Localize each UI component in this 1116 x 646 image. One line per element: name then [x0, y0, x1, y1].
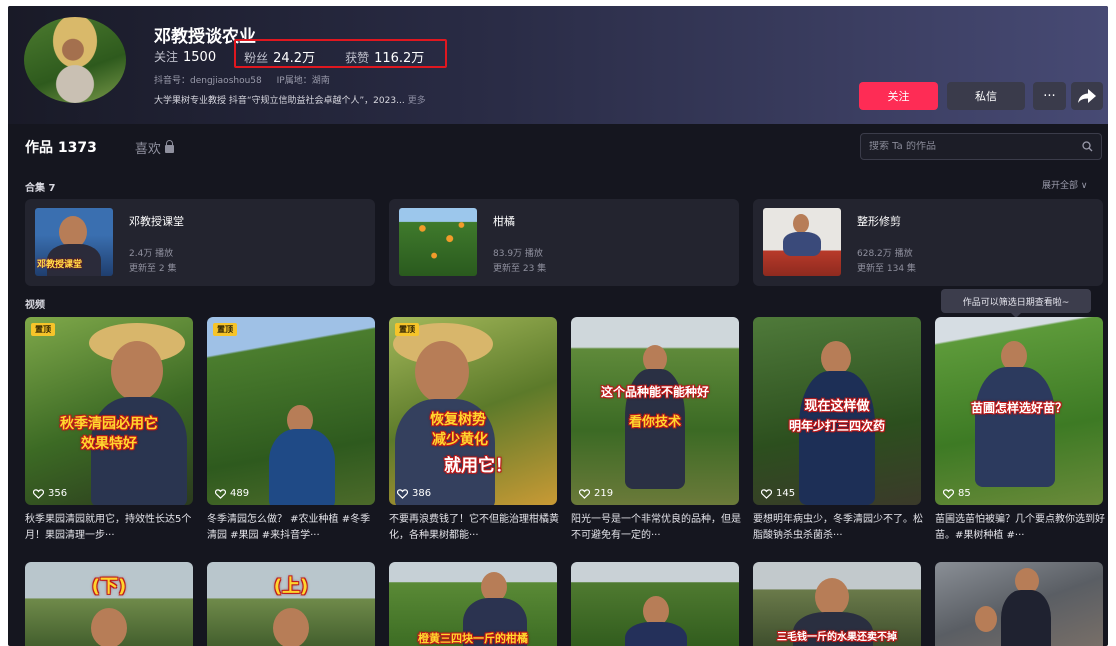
pinned-badge: 置顶	[395, 323, 419, 336]
video-card[interactable]: 三毛钱一斤的水果还卖不掉	[753, 562, 921, 646]
collection-thumbnail: 邓教授课堂	[35, 208, 113, 276]
video-card[interactable]: 现在这样做 明年少打三四次药 145	[753, 317, 921, 505]
follow-button[interactable]: 关注	[859, 82, 938, 110]
video-overlay-text: (上)	[273, 576, 309, 597]
profile-page: 邓教授谈农业 关注 1500 粉丝 24.2万 获赞 116.2万 抖音号：dengj…	[8, 6, 1108, 646]
video-likes-count: 145	[776, 488, 796, 499]
bio-more-link[interactable]: 更多	[408, 96, 426, 106]
video-title[interactable]: 苗圃选苗怕被骗？几个要点教你选到好苗。#果树种植 #···	[935, 512, 1105, 544]
video-title[interactable]: 要想明年病虫少，冬季清园少不了。松脂酸钠杀虫杀菌杀···	[753, 512, 923, 544]
pinned-badge: 置顶	[213, 323, 237, 336]
tab-likes[interactable]: 喜欢	[135, 138, 174, 157]
video-overlay-text: 减少黄化	[432, 432, 488, 448]
video-likes: 85	[943, 488, 971, 499]
heart-icon	[943, 488, 954, 499]
collection-card[interactable]: 邓教授课堂 邓教授课堂 2.4万 播放 更新至 2 集	[25, 199, 375, 286]
video-likes-count: 386	[412, 488, 432, 499]
video-overlay-text: 这个品种能不能种好	[600, 385, 709, 399]
collection-thumbnail	[763, 208, 841, 276]
collection-plays: 628.2万 播放	[857, 249, 913, 259]
profile-bio: 大学果树专业教授 抖音“守规立信助益社会卓越个人”，2023... 更多	[154, 93, 426, 106]
video-card[interactable]: 这个品种能不能种好 看你技术 219	[571, 317, 739, 505]
collection-updated: 更新至 134 集	[857, 264, 916, 274]
profile-meta: 抖音号：dengjiaoshou58 IP属地：湖南	[154, 73, 342, 86]
video-likes: 489	[215, 488, 249, 499]
share-button[interactable]	[1071, 82, 1103, 110]
video-likes-count: 85	[958, 488, 971, 499]
more-options-button[interactable]: ···	[1033, 82, 1066, 110]
video-overlay-text: 现在这样做	[804, 399, 870, 414]
video-card[interactable]	[571, 562, 739, 646]
following-label: 关注	[154, 50, 179, 64]
video-card[interactable]: 置顶 489	[207, 317, 375, 505]
collection-title: 整形修剪	[857, 215, 901, 228]
heart-icon	[215, 488, 226, 499]
content-tabs: 作品 1373 喜欢	[25, 137, 174, 157]
collections-label: 合集 7	[25, 183, 56, 194]
video-overlay-text: 就用它！	[444, 456, 512, 476]
video-card[interactable]: 置顶 秋季清园必用它 效果特好 356	[25, 317, 193, 505]
collection-card[interactable]: 柑橘 83.9万 播放 更新至 23 集	[389, 199, 739, 286]
video-overlay-text: 苗圃怎样选好苗？	[970, 401, 1067, 415]
collection-plays: 2.4万 播放	[129, 249, 174, 259]
video-overlay-text: (下)	[91, 576, 127, 597]
video-card[interactable]: (上)	[207, 562, 375, 646]
following-count: 1500	[183, 50, 217, 65]
video-card[interactable]: 橙黄三四块一斤的柑橘	[389, 562, 557, 646]
collection-title: 邓教授课堂	[129, 215, 184, 228]
filter-tooltip: 作品可以筛选日期查看啦~	[941, 289, 1091, 318]
heart-icon	[579, 488, 590, 499]
video-title[interactable]: 冬季清园怎么做？ #农业种植 #冬季清园 #果园 #来抖音学···	[207, 512, 377, 544]
pinned-badge: 置顶	[31, 323, 55, 336]
video-title[interactable]: 阳光一号是一个非常优良的品种，但是不可避免有一定的···	[571, 512, 741, 544]
video-card[interactable]: (下)	[25, 562, 193, 646]
video-overlay-text: 秋季清园必用它	[60, 416, 158, 432]
video-likes-count: 219	[594, 488, 614, 499]
message-button[interactable]: 私信	[947, 82, 1025, 110]
collection-thumbnail	[399, 208, 477, 276]
video-likes: 356	[33, 488, 67, 499]
video-overlay-text: 看你技术	[628, 415, 681, 430]
video-overlay-text: 橙黄三四块一斤的柑橘	[418, 632, 528, 645]
bio-text: 大学果树专业教授 抖音“守规立信助益社会卓越个人”，2023...	[154, 96, 405, 106]
video-overlay-text: 明年少打三四次药	[788, 419, 885, 433]
collection-updated: 更新至 2 集	[129, 264, 177, 274]
highlight-box	[234, 39, 447, 68]
search-input[interactable]	[869, 141, 1069, 152]
profile-header: 邓教授谈农业 关注 1500 粉丝 24.2万 获赞 116.2万 抖音号：dengj…	[8, 6, 1108, 124]
works-search	[860, 133, 1102, 160]
search-icon[interactable]	[1082, 141, 1093, 152]
share-icon	[1078, 89, 1096, 103]
expand-all-button[interactable]: 展开全部 ∨	[1042, 178, 1087, 191]
collection-updated: 更新至 23 集	[493, 264, 547, 274]
douyin-id: 抖音号：dengjiaoshou58	[154, 76, 262, 86]
video-likes-count: 489	[230, 488, 250, 499]
collection-title: 柑橘	[493, 215, 515, 228]
videos-label: 视频	[25, 300, 45, 311]
video-title[interactable]: 不要再浪费钱了！它不但能治理柑橘黄化，各种果树都能···	[389, 512, 559, 544]
avatar[interactable]	[24, 17, 126, 103]
video-likes: 219	[579, 488, 613, 499]
video-likes: 386	[397, 488, 431, 499]
video-overlay-text: 恢复树势	[430, 412, 486, 428]
video-overlay-text: 三毛钱一斤的水果还卖不掉	[777, 632, 897, 643]
video-overlay-text: 效果特好	[81, 436, 137, 452]
tab-likes-label: 喜欢	[134, 141, 161, 157]
video-likes: 145	[761, 488, 795, 499]
tab-works[interactable]: 作品 1373	[25, 137, 97, 157]
video-card[interactable]	[935, 562, 1103, 646]
video-card[interactable]: 苗圃怎样选好苗？ 85	[935, 317, 1103, 505]
collection-card[interactable]: 整形修剪 628.2万 播放 更新至 134 集	[753, 199, 1103, 286]
ip-location: IP属地：湖南	[276, 76, 330, 86]
heart-icon	[397, 488, 408, 499]
video-card[interactable]: 置顶 恢复树势 减少黄化 就用它！ 386	[389, 317, 557, 505]
video-likes-count: 356	[48, 488, 68, 499]
following-stat[interactable]: 关注 1500	[154, 48, 216, 65]
heart-icon	[33, 488, 44, 499]
lock-icon	[164, 140, 174, 153]
collection-plays: 83.9万 播放	[493, 249, 543, 259]
collection-thumb-text: 邓教授课堂	[37, 260, 83, 270]
video-title[interactable]: 秋季果园清园就用它，持效性长达5个月！果园清理一步···	[25, 512, 195, 544]
heart-icon	[761, 488, 772, 499]
